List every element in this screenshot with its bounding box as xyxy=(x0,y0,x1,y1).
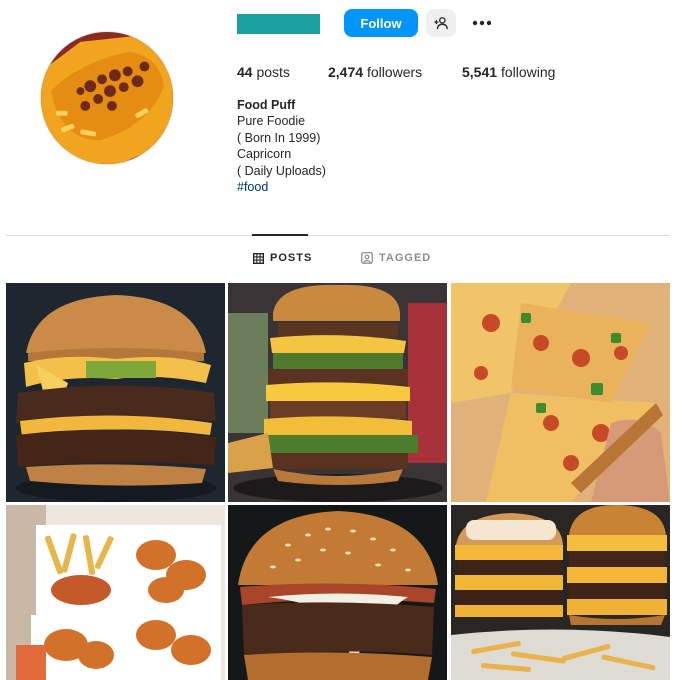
following-count-label: following xyxy=(500,64,556,80)
followers-count-value: 2,474 xyxy=(328,64,364,80)
post-image xyxy=(6,505,225,680)
username-redacted xyxy=(237,14,320,34)
post-image xyxy=(451,505,670,680)
grid-icon xyxy=(253,252,264,264)
tag-icon xyxy=(361,252,373,264)
more-options-button[interactable] xyxy=(468,9,496,37)
post-image xyxy=(228,505,447,680)
section-divider xyxy=(6,235,670,236)
follow-button[interactable]: Follow xyxy=(344,9,418,37)
post-image xyxy=(6,283,225,502)
post-tile[interactable] xyxy=(228,505,447,680)
more-icon xyxy=(472,20,492,26)
post-tile[interactable] xyxy=(6,505,225,680)
bio-hashtag-link[interactable]: #food xyxy=(237,179,326,195)
followers-count-label: followers xyxy=(366,64,423,80)
profile-avatar[interactable] xyxy=(40,31,174,165)
add-person-icon xyxy=(434,17,448,30)
bio-line: Pure Foodie xyxy=(237,114,306,129)
post-tile[interactable] xyxy=(451,283,670,502)
post-image xyxy=(228,283,447,502)
post-tile[interactable] xyxy=(451,505,670,680)
bio-line: ( Daily Uploads) xyxy=(237,163,326,178)
avatar-image xyxy=(41,32,173,164)
suggested-accounts-button[interactable] xyxy=(426,9,456,37)
post-tile[interactable] xyxy=(228,283,447,502)
post-image xyxy=(451,283,670,502)
followers-count[interactable]: 2,474 followers xyxy=(328,64,422,80)
bio-line: ( Born In 1999) xyxy=(237,130,321,145)
profile-display-name: Food Puff xyxy=(237,98,296,112)
posts-count: 44 posts xyxy=(237,64,290,80)
tab-posts[interactable]: POSTS xyxy=(253,252,312,264)
posts-count-label: posts xyxy=(256,64,290,80)
tab-tagged[interactable]: TAGGED xyxy=(361,252,431,264)
tab-posts-label: POSTS xyxy=(270,252,313,264)
profile-bio: Food Puff Pure Foodie ( Born In 1999) Ca… xyxy=(237,97,326,195)
post-tile[interactable] xyxy=(6,283,225,502)
active-tab-indicator xyxy=(252,234,308,236)
tab-tagged-label: TAGGED xyxy=(379,252,432,264)
bio-line: Capricorn xyxy=(237,147,292,162)
following-count[interactable]: 5,541 following xyxy=(462,64,555,80)
posts-count-value: 44 xyxy=(237,64,253,80)
following-count-value: 5,541 xyxy=(462,64,498,80)
